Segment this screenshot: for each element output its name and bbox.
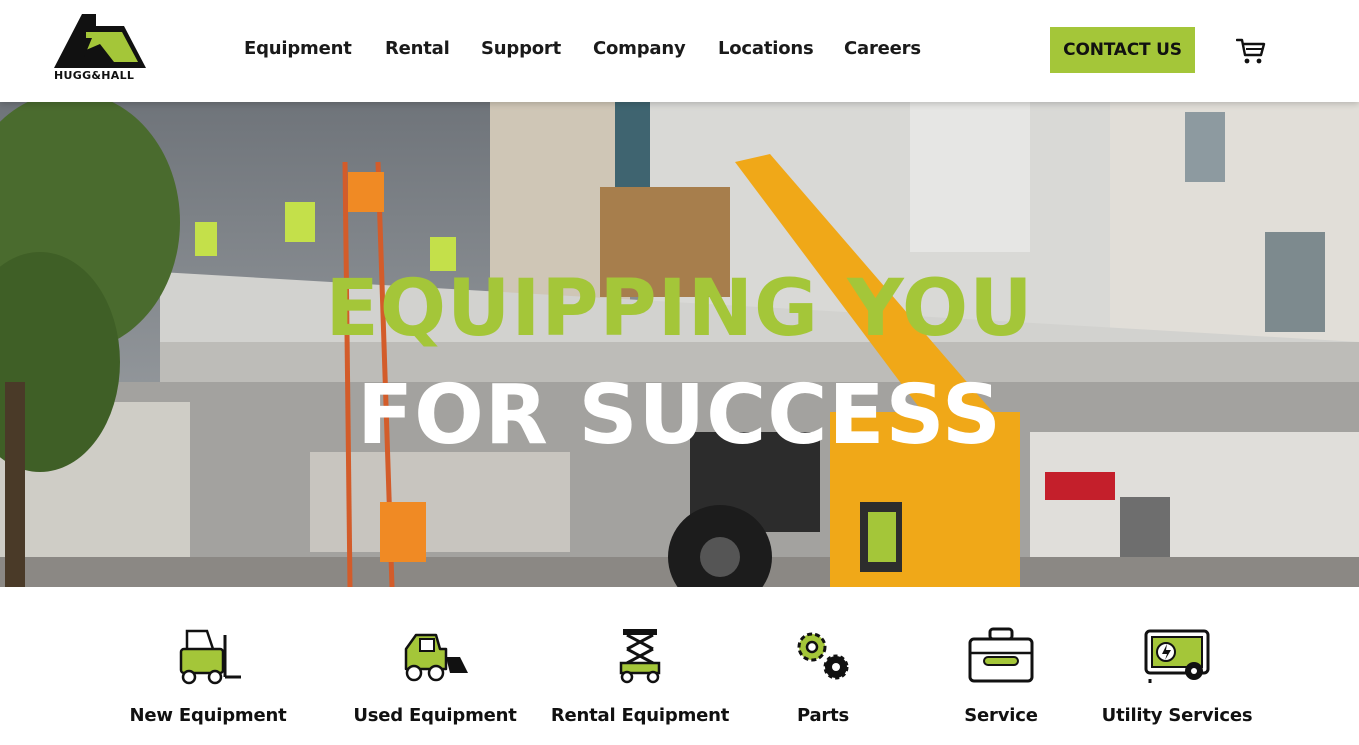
- category-label: Parts: [796, 705, 850, 726]
- nav-item-support[interactable]: Support: [481, 38, 561, 59]
- hero-headline-line1: EQUIPPING YOU: [325, 264, 1034, 354]
- hero-headline-line2: FOR SUCCESS: [357, 368, 1002, 463]
- toolbox-icon: [966, 627, 1036, 685]
- gears-icon: [788, 627, 858, 685]
- logo-mark: [54, 14, 146, 68]
- category-service[interactable]: Service: [901, 587, 1101, 745]
- logo-wordmark: HUGG&HALL: [54, 69, 135, 82]
- category-new-equipment[interactable]: New Equipment: [108, 587, 308, 745]
- category-links: New Equipment Used Equipment Rental Equi…: [0, 587, 1359, 745]
- category-utility-services[interactable]: Utility Services: [1077, 587, 1277, 745]
- scissor-lift-icon: [605, 627, 675, 685]
- nav-item-locations[interactable]: Locations: [718, 38, 814, 59]
- nav-item-equipment[interactable]: Equipment: [244, 38, 352, 59]
- contact-us-button[interactable]: CONTACT US: [1050, 27, 1195, 73]
- hero-banner: EQUIPPING YOU FOR SUCCESS: [0, 102, 1359, 587]
- category-label: Used Equipment: [353, 705, 517, 726]
- category-label: Rental Equipment: [550, 705, 730, 726]
- category-label: Utility Services: [1101, 705, 1253, 726]
- category-label: New Equipment: [129, 705, 287, 726]
- category-parts[interactable]: Parts: [723, 587, 923, 745]
- site-header: HUGG&HALL Equipment Rental Support Compa…: [0, 0, 1359, 102]
- generator-icon: [1142, 627, 1212, 685]
- cart-icon[interactable]: [1235, 37, 1266, 65]
- skid-steer-icon: [400, 627, 470, 685]
- category-rental-equipment[interactable]: Rental Equipment: [540, 587, 740, 745]
- category-label: Service: [964, 705, 1038, 726]
- hugg-hall-logo[interactable]: HUGG&HALL: [52, 12, 148, 84]
- nav-item-company[interactable]: Company: [593, 38, 686, 59]
- nav-item-rental[interactable]: Rental: [385, 38, 450, 59]
- forklift-icon: [173, 627, 243, 685]
- category-used-equipment[interactable]: Used Equipment: [335, 587, 535, 745]
- nav-item-careers[interactable]: Careers: [844, 38, 921, 59]
